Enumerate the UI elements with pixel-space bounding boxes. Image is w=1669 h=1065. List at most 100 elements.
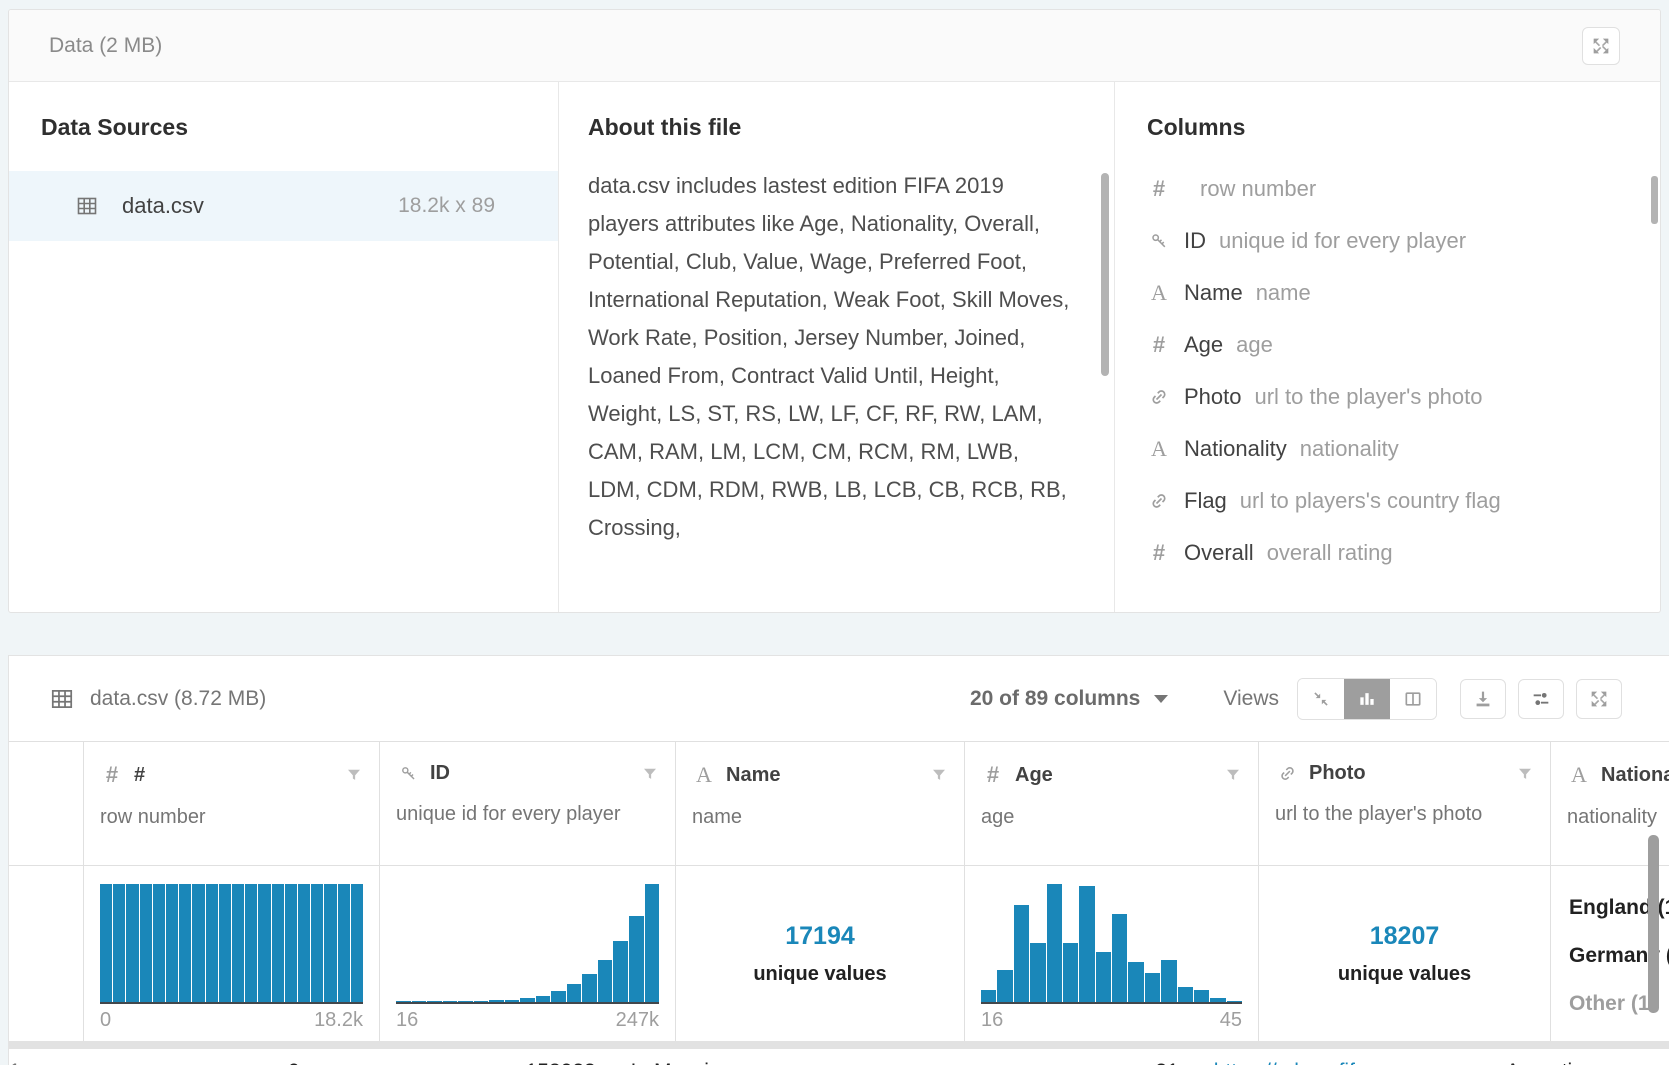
download-icon xyxy=(1472,688,1494,710)
unique-label: unique values xyxy=(1338,963,1471,986)
expand-icon xyxy=(1590,35,1612,57)
filter-icon[interactable] xyxy=(930,766,948,784)
columns-count-dropdown[interactable]: 20 of 89 columns xyxy=(970,687,1168,711)
data-grid-panel: data.csv (8.72 MB) 20 of 89 columns View… xyxy=(8,655,1669,1065)
stats-body-divider xyxy=(9,1041,1669,1049)
hist-min-label: 0 xyxy=(100,1009,111,1032)
link-icon xyxy=(1275,764,1299,783)
columns-layout-icon xyxy=(1403,689,1423,709)
about-text: data.csv includes lastest edition FIFA 2… xyxy=(588,167,1077,547)
letter-a-icon: A xyxy=(1147,436,1171,462)
column-item-age: # Age age xyxy=(1147,319,1660,371)
column-item-id: ID unique id for every player xyxy=(1147,215,1660,267)
unique-label: unique values xyxy=(753,963,886,986)
grid-scrollbar-thumb[interactable] xyxy=(1648,835,1659,1013)
table-row[interactable]: 1 0 158023 L. Messi 31 https://cdn.sofif… xyxy=(9,1049,1669,1065)
hash-icon: # xyxy=(100,762,124,788)
unique-values-photo: 18207 unique values xyxy=(1259,866,1551,1041)
grid-title: data.csv (8.72 MB) xyxy=(90,687,970,711)
letter-a-icon: A xyxy=(1567,762,1591,788)
header-cell-row-number[interactable]: # # row number xyxy=(84,742,380,865)
key-icon xyxy=(1147,231,1171,251)
views-label: Views xyxy=(1223,687,1279,711)
filter-icon[interactable] xyxy=(641,765,659,783)
index-stats-cell xyxy=(9,866,84,1041)
hash-icon: # xyxy=(1147,540,1171,566)
column-item-flag: Flag url to players's country flag xyxy=(1147,475,1660,527)
about-column: About this file data.csv includes lastes… xyxy=(558,82,1114,613)
chevron-down-icon xyxy=(1154,695,1168,703)
data-sources-column: Data Sources data.csv 18.2k x 89 xyxy=(9,82,558,613)
file-row-data-csv[interactable]: data.csv 18.2k x 89 xyxy=(9,171,558,241)
column-item-name: A Name name xyxy=(1147,267,1660,319)
column-item-desc: row number xyxy=(1200,176,1316,202)
grid-header-row: # # row number ID xyxy=(9,742,1669,866)
link-icon xyxy=(1147,491,1171,511)
expand-grid-button[interactable] xyxy=(1576,679,1622,719)
histogram-icon xyxy=(1357,689,1377,709)
histogram-age: 16 45 xyxy=(965,866,1259,1041)
column-item-photo: Photo url to the player's photo xyxy=(1147,371,1660,423)
cell-age: 31 xyxy=(902,1060,1196,1065)
key-icon xyxy=(396,764,420,783)
header-cell-name[interactable]: A Name name xyxy=(676,742,965,865)
data-sources-heading: Data Sources xyxy=(9,114,558,141)
cell-row-number: 0 xyxy=(21,1060,317,1065)
columns-list: # row number ID unique id for every play… xyxy=(1147,163,1660,579)
data-overview-panel: Data (2 MB) Data Sources data.csv xyxy=(8,9,1661,613)
histogram-row-number: 0 18.2k xyxy=(84,866,380,1041)
header-cell-age[interactable]: # Age age xyxy=(965,742,1259,865)
hist-max-label: 18.2k xyxy=(314,1009,363,1032)
hist-min-label: 16 xyxy=(396,1009,418,1032)
column-item-nationality: A Nationality nationality xyxy=(1147,423,1660,475)
hash-icon: # xyxy=(981,762,1005,788)
file-name: data.csv xyxy=(122,193,398,219)
column-item-name: ID xyxy=(1184,228,1206,254)
panel-title: Data (2 MB) xyxy=(49,34,162,58)
cell-id: 158023 xyxy=(317,1060,613,1065)
hist-min-label: 16 xyxy=(981,1009,1003,1032)
compact-view-button[interactable] xyxy=(1298,679,1344,719)
columns-heading: Columns xyxy=(1147,114,1660,141)
expand-button[interactable] xyxy=(1582,27,1620,65)
index-header-cell xyxy=(9,742,84,865)
filter-icon[interactable] xyxy=(1516,765,1534,783)
hist-max-label: 247k xyxy=(616,1009,659,1032)
hash-icon: # xyxy=(1147,332,1171,358)
view-switcher xyxy=(1297,678,1437,720)
hash-icon: # xyxy=(1147,176,1171,202)
unique-values-name: 17194 unique values xyxy=(676,866,965,1041)
data-overview-header: Data (2 MB) xyxy=(9,10,1660,82)
header-cell-id[interactable]: ID unique id for every player xyxy=(380,742,676,865)
columns-summary-column: Columns # row number ID unique id for ev… xyxy=(1114,82,1660,613)
link-icon xyxy=(1147,387,1171,407)
sliders-icon xyxy=(1530,688,1552,710)
header-cell-photo[interactable]: Photo url to the player's photo xyxy=(1259,742,1551,865)
row-index: 1 xyxy=(9,1060,21,1065)
letter-a-icon: A xyxy=(692,762,716,788)
unique-count: 17194 xyxy=(785,922,855,951)
about-heading: About this file xyxy=(588,114,1114,141)
table-view-button[interactable] xyxy=(1390,679,1436,719)
filter-icon[interactable] xyxy=(1224,766,1242,784)
cell-nationality: Argentina xyxy=(1488,1060,1669,1065)
collapse-arrows-icon xyxy=(1311,689,1331,709)
unique-count: 18207 xyxy=(1370,922,1440,951)
column-item-row-number: # row number xyxy=(1147,163,1660,215)
cell-photo-link[interactable]: https://cdn.sofifa xyxy=(1196,1060,1488,1065)
about-scrollbar-thumb[interactable] xyxy=(1101,173,1109,376)
column-item-desc: unique id for every player xyxy=(1219,228,1466,254)
hist-max-label: 45 xyxy=(1220,1009,1242,1032)
data-grid: # # row number ID xyxy=(9,742,1669,1065)
filter-icon[interactable] xyxy=(345,766,363,784)
table-grid-icon xyxy=(75,194,99,218)
columns-scrollbar-thumb[interactable] xyxy=(1651,176,1658,224)
column-stats-view-button[interactable] xyxy=(1344,679,1390,719)
histogram-id: 16 247k xyxy=(380,866,676,1041)
table-grid-icon xyxy=(49,686,75,712)
file-dimensions: 18.2k x 89 xyxy=(398,194,495,218)
cell-name: L. Messi xyxy=(613,1060,902,1065)
grid-header: data.csv (8.72 MB) 20 of 89 columns View… xyxy=(9,656,1669,742)
pipeline-settings-button[interactable] xyxy=(1518,679,1564,719)
download-button[interactable] xyxy=(1460,679,1506,719)
